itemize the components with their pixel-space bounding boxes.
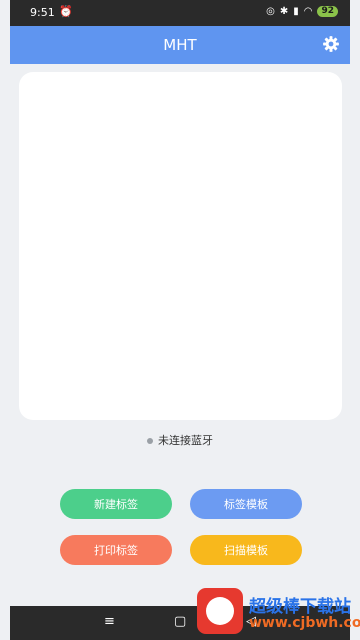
print-label-button[interactable]: 打印标签 — [60, 535, 172, 565]
label-preview-card — [19, 72, 342, 420]
new-label-button[interactable]: 新建标签 — [60, 489, 172, 519]
signal-icon: ▮ — [293, 6, 299, 17]
bluetooth-status: 未连接蓝牙 — [10, 432, 350, 448]
home-icon[interactable]: ▢ — [174, 614, 186, 629]
status-dot-icon — [147, 438, 153, 444]
app-title: MHT — [163, 36, 197, 54]
bluetooth-status-text: 未连接蓝牙 — [158, 434, 213, 447]
watermark-logo-icon — [197, 588, 243, 634]
status-right-icons: ◎ ✱ ▮ ◠ 92 — [266, 6, 338, 17]
menu-icon[interactable]: ≡ — [104, 614, 115, 629]
watermark: 超级棒下载站 www.cjbwh.com — [197, 588, 360, 636]
hotspot-icon: ◎ — [266, 6, 275, 17]
bluetooth-icon: ✱ — [279, 6, 289, 17]
status-time: 9:51 — [30, 6, 55, 19]
app-bar: MHT — [10, 26, 350, 64]
settings-gear-icon[interactable] — [322, 35, 340, 53]
scan-template-button[interactable]: 扫描模板 — [190, 535, 302, 565]
battery-indicator: 92 — [317, 6, 338, 17]
status-bar: 9:51 ⏰ ◎ ✱ ▮ ◠ 92 — [10, 0, 350, 26]
watermark-url: www.cjbwh.com — [249, 615, 360, 631]
wifi-icon: ◠ — [303, 6, 313, 17]
alarm-icon: ⏰ — [59, 5, 73, 18]
watermark-title: 超级棒下载站 — [249, 597, 351, 617]
app-frame: 9:51 ⏰ ◎ ✱ ▮ ◠ 92 MHT 未连接蓝牙 新建标签 标签模板 打印… — [10, 0, 350, 640]
label-template-button[interactable]: 标签模板 — [190, 489, 302, 519]
